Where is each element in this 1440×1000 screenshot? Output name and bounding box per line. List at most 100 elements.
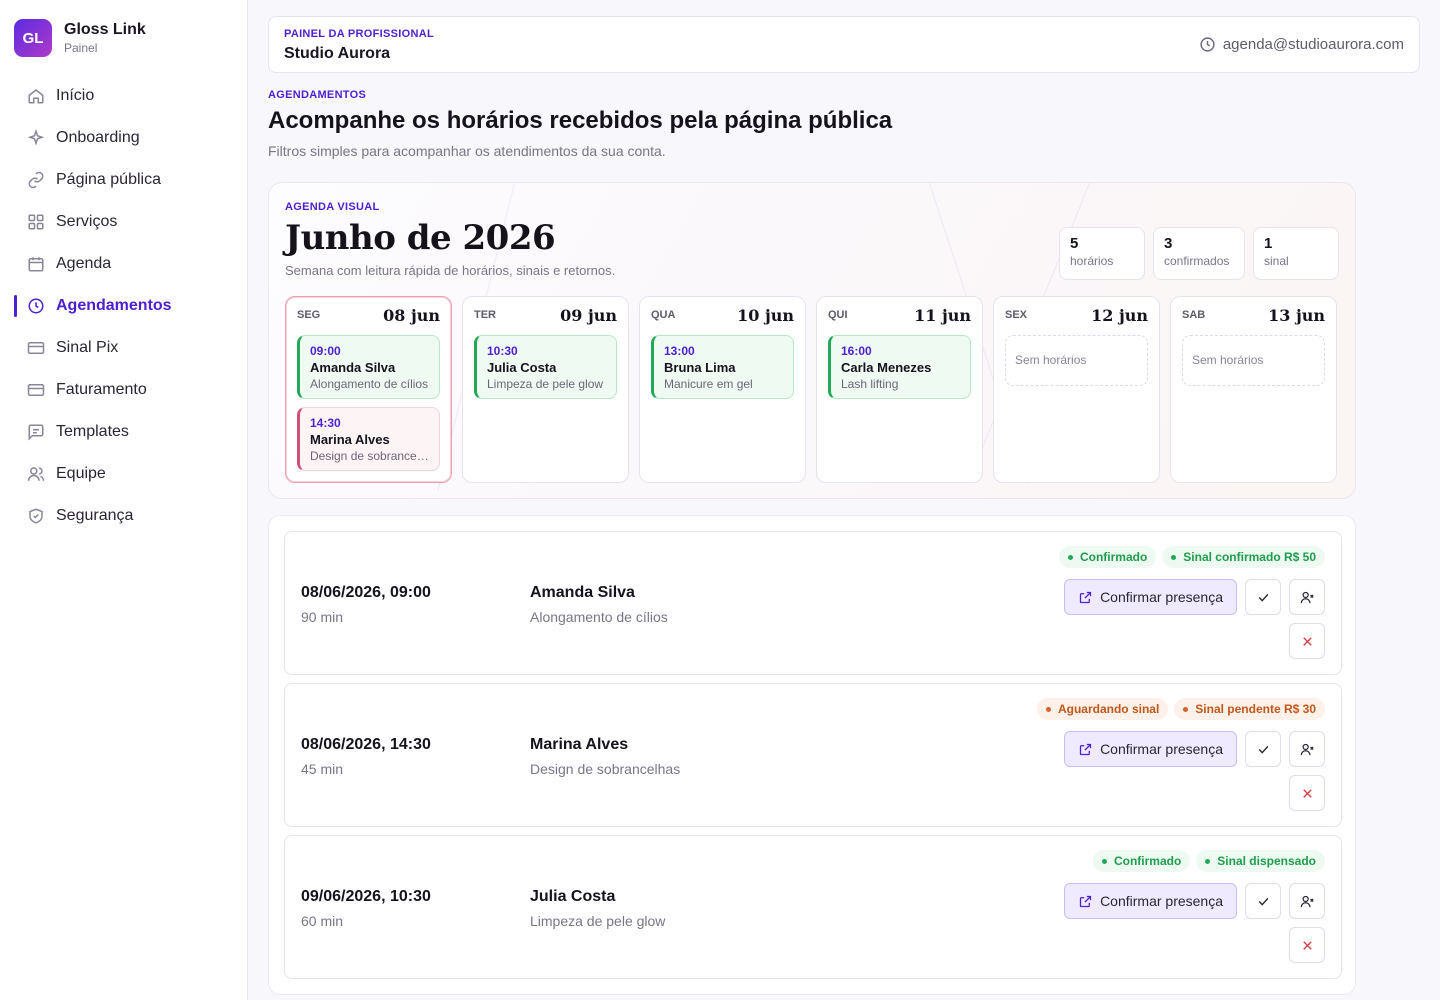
appointment-chip[interactable]: 14:30 Marina Alves Design de sobrancel... [297, 407, 440, 471]
brand[interactable]: GL Gloss Link Painel [14, 19, 146, 57]
appointment-service: Lash lifting [841, 377, 899, 391]
clock-icon [1199, 36, 1216, 53]
status-badge-label: Sinal pendente R$ 30 [1195, 702, 1316, 716]
cancel-booking-button[interactable] [1289, 927, 1325, 963]
cancel-booking-button[interactable] [1289, 775, 1325, 811]
sidebar-item-templates[interactable]: Templates [0, 411, 247, 453]
day-date: 09 jun [560, 306, 617, 325]
status-badge-label: Aguardando sinal [1057, 702, 1160, 716]
appointment-chip[interactable]: 10:30 Julia Costa Limpeza de pele glow [474, 335, 617, 399]
confirm-presence-button[interactable]: Confirmar presença [1064, 731, 1237, 767]
agenda-month-title: Junho de 2026 [285, 218, 556, 258]
stat-label: sinal [1264, 254, 1289, 268]
status-dot [1183, 706, 1189, 712]
sidebar-item-servicos[interactable]: Serviços [0, 201, 247, 243]
sidebar-item-pagina-publica[interactable]: Página pública [0, 159, 247, 201]
status-badge-label: Confirmado [1079, 550, 1148, 564]
day-date: 08 jun [383, 306, 440, 325]
mark-complete-button[interactable] [1245, 579, 1281, 615]
booking-datetime: 08/06/2026, 14:30 [301, 736, 431, 753]
close-icon [1300, 786, 1315, 801]
appointment-time: 16:00 [841, 344, 872, 358]
booking-service: Alongamento de cílios [530, 609, 668, 625]
agenda-stats: 5 horários 3 confirmados 1 sinal [1059, 227, 1339, 280]
no-show-button[interactable] [1289, 883, 1325, 919]
sidebar-item-faturamento[interactable]: Faturamento [0, 369, 247, 411]
home-icon [27, 87, 45, 105]
status-badges: Aguardando sinal Sinal pendente R$ 30 [1036, 698, 1325, 720]
status-badges: Confirmado Sinal dispensado [1092, 850, 1325, 872]
appointment-time: 10:30 [487, 344, 518, 358]
sidebar-item-label: Segurança [56, 507, 134, 524]
no-show-button[interactable] [1289, 731, 1325, 767]
sidebar-item-label: Faturamento [56, 381, 147, 398]
booking-client: Marina Alves [530, 736, 629, 753]
sidebar-item-onboarding[interactable]: Onboarding [0, 117, 247, 159]
appointment-chip[interactable]: 13:00 Bruna Lima Manicure em gel [651, 335, 794, 399]
booking-datetime: 08/06/2026, 09:00 [301, 584, 431, 601]
status-badge: Sinal dispensado [1196, 850, 1325, 872]
brand-logo: GL [14, 19, 52, 57]
sidebar-item-label: Agenda [56, 255, 112, 272]
day-column: SEX 12 jun Sem horários [993, 296, 1160, 483]
booking-actions: Confirmar presença [1064, 579, 1325, 615]
day-column: TER 09 jun 10:30 Julia Costa Limpeza de pele… [462, 296, 629, 483]
sidebar-item-label: Agendamentos [56, 297, 172, 314]
status-badge: Confirmado [1058, 546, 1157, 568]
mark-complete-button[interactable] [1245, 883, 1281, 919]
status-badges: Confirmado Sinal confirmado R$ 50 [1058, 546, 1325, 568]
agenda-description: Semana com leitura rápida de horários, s… [285, 263, 616, 278]
studio-name: Studio Aurora [284, 45, 391, 62]
no-show-button[interactable] [1289, 579, 1325, 615]
sidebar: GL Gloss Link Painel Início Onboarding Pág… [0, 0, 248, 1000]
sidebar-item-inicio[interactable]: Início [0, 75, 247, 117]
booking-datetime: 09/06/2026, 10:30 [301, 888, 431, 905]
status-badge-label: Sinal dispensado [1217, 854, 1316, 868]
check-icon [1256, 590, 1271, 605]
mark-complete-button[interactable] [1245, 731, 1281, 767]
sidebar-item-agenda[interactable]: Agenda [0, 243, 247, 285]
card-icon [27, 381, 45, 399]
appointment-time: 14:30 [310, 416, 341, 430]
confirm-presence-button[interactable]: Confirmar presença [1064, 883, 1237, 919]
appointment-client: Carla Menezes [841, 360, 932, 375]
booking-row: 09/06/2026, 10:30 60 min Julia Costa Limpez… [284, 835, 1342, 979]
sidebar-item-equipe[interactable]: Equipe [0, 453, 247, 495]
stat-card: 3 confirmados [1153, 227, 1245, 280]
day-column: SEG 08 jun 09:00 Amanda Silva Alongamento de… [285, 296, 452, 483]
sidebar-item-label: Onboarding [56, 129, 140, 146]
appointment-time: 09:00 [310, 344, 341, 358]
visual-agenda-card: AGENDA VISUAL Junho de 2026 Semana com l… [268, 182, 1356, 499]
sidebar-nav: Início Onboarding Página pública Serviços Ag… [0, 75, 247, 537]
day-weekday: SAB [1182, 309, 1206, 321]
sidebar-item-label: Início [56, 87, 95, 104]
top-bar: PAINEL DA PROFISSIONAL Studio Aurora age… [268, 16, 1420, 73]
confirm-presence-button[interactable]: Confirmar presença [1064, 579, 1237, 615]
booking-actions: Confirmar presença [1064, 883, 1325, 919]
appointment-time: 13:00 [664, 344, 695, 358]
empty-slot: Sem horários [1182, 335, 1325, 386]
sidebar-item-agendamentos[interactable]: Agendamentos [0, 285, 247, 327]
appointment-chip[interactable]: 09:00 Amanda Silva Alongamento de cílios [297, 335, 440, 399]
sidebar-item-label: Serviços [56, 213, 118, 230]
sidebar-item-sinal-pix[interactable]: Sinal Pix [0, 327, 247, 369]
appointment-chip[interactable]: 16:00 Carla Menezes Lash lifting [828, 335, 971, 399]
brand-name: Gloss Link [64, 21, 146, 38]
day-date: 13 jun [1268, 306, 1325, 325]
day-weekday: TER [474, 309, 496, 321]
account-email[interactable]: agenda@studioaurora.com [1199, 36, 1404, 53]
user-x-icon [1300, 742, 1315, 757]
sidebar-item-seguranca[interactable]: Segurança [0, 495, 247, 537]
page-title: Acompanhe os horários recebidos pela pág… [268, 107, 893, 134]
day-date: 10 jun [737, 306, 794, 325]
booking-row: 08/06/2026, 09:00 90 min Amanda Silva Along… [284, 531, 1342, 675]
cancel-booking-button[interactable] [1289, 623, 1325, 659]
booking-duration: 90 min [301, 609, 344, 625]
users-icon [27, 465, 45, 483]
external-link-icon [1078, 590, 1093, 605]
close-icon [1300, 634, 1315, 649]
status-badge: Sinal pendente R$ 30 [1174, 698, 1325, 720]
confirm-presence-label: Confirmar presença [1100, 741, 1223, 757]
page-description: Filtros simples para acompanhar os atend… [268, 143, 666, 159]
user-x-icon [1300, 894, 1315, 909]
